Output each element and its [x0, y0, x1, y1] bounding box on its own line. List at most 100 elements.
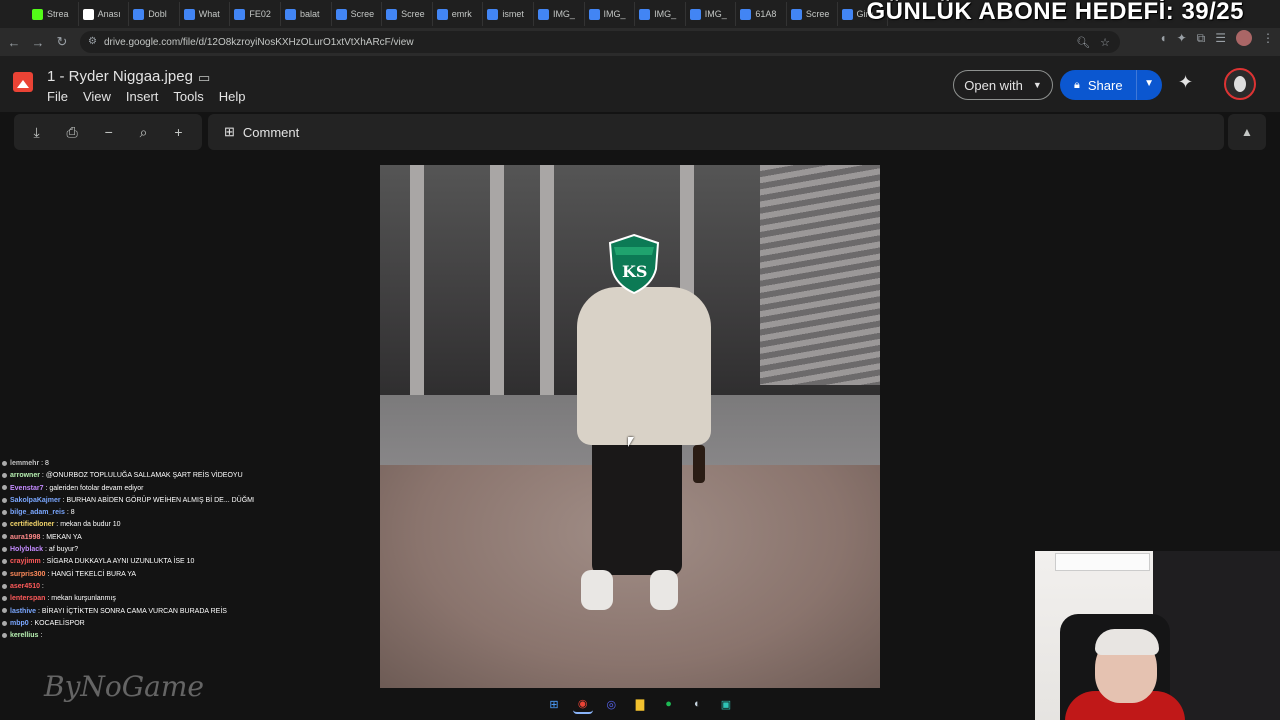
browser-tab[interactable]: ismet [483, 2, 534, 26]
file-title[interactable]: 1 - Ryder Niggaa.jpeg [47, 68, 193, 85]
photo-bottle [693, 445, 705, 483]
chevron-up-icon: ▲ [1241, 125, 1253, 139]
stream-subscriber-goal-overlay: GÜNLÜK ABONE HEDEFİ: 39/25 [866, 0, 1244, 25]
share-button[interactable]: 🔒︎ Share ▼ [1060, 70, 1162, 100]
chat-badge-icon [2, 559, 7, 565]
photo-window-frame [490, 165, 504, 415]
discord-icon[interactable]: ◎ [601, 694, 621, 714]
bookmark-star-icon[interactable]: ☆ [1100, 36, 1110, 49]
windows-start-icon[interactable]: ⊞ [544, 694, 564, 714]
chat-username[interactable]: crayjimm [10, 558, 41, 565]
extension-icon[interactable]: ⧉ [1197, 31, 1206, 46]
chat-badge-icon [2, 608, 7, 614]
back-icon[interactable]: ← [2, 30, 26, 54]
steam-icon[interactable]: ◐ [687, 694, 707, 714]
extensions-puzzle-icon[interactable]: ✦ [1177, 31, 1187, 45]
browser-menu-icon[interactable]: ⋮ [1262, 31, 1274, 45]
drive-viewer-header: 1 - Ryder Niggaa.jpeg ▭ File View Insert To… [0, 56, 1280, 112]
photo-person-shoe [581, 570, 613, 610]
menu-item-view[interactable]: View [83, 89, 111, 104]
chat-username[interactable]: lasthive [10, 608, 36, 615]
chat-username[interactable]: aura1998 [10, 534, 40, 541]
chat-username[interactable]: kerellius [10, 632, 38, 639]
move-to-folder-icon[interactable]: ▭ [198, 70, 210, 86]
download-icon[interactable]: ⤓ [33, 124, 39, 141]
browser-tab[interactable]: IMG_ [585, 2, 636, 26]
tab-favicon-icon [133, 8, 145, 20]
tab-favicon-icon [234, 8, 246, 20]
address-bar[interactable]: ⚙ drive.google.com/file/d/12O8kzroyiNosK… [80, 31, 1120, 53]
browser-tab[interactable]: 61A8 [736, 2, 787, 26]
file-explorer-icon[interactable]: ▇ [630, 694, 650, 714]
browser-tab[interactable]: What [180, 2, 231, 26]
profile-avatar[interactable] [1236, 30, 1252, 46]
tab-label: Strea [47, 9, 69, 19]
chat-text: af buyur? [48, 546, 79, 554]
print-icon[interactable]: ⎙ [67, 124, 78, 141]
webcam-overlay [1035, 551, 1280, 720]
chat-username[interactable]: Evenstar7 [10, 485, 43, 492]
tab-favicon-icon [386, 8, 398, 20]
tab-label: FE02 [249, 9, 271, 19]
chat-username[interactable]: mbp0 [10, 620, 29, 627]
chat-username[interactable]: arrowner [10, 472, 40, 479]
spotify-icon[interactable]: ● [659, 694, 679, 714]
tab-label: Anası [97, 9, 121, 19]
tab-label: IMG_ [552, 9, 575, 19]
chat-username[interactable]: bilge_adam_reis [10, 509, 65, 516]
zoom-out-icon[interactable]: − [105, 124, 113, 140]
photo-person-pants [592, 435, 682, 575]
webcam-air-conditioner [1055, 553, 1150, 571]
menu-item-insert[interactable]: Insert [126, 89, 159, 104]
browser-tab[interactable]: Scree [332, 2, 383, 26]
browser-tab[interactable]: Anası [79, 2, 130, 26]
tab-label: Scree [805, 9, 830, 19]
browser-tab[interactable]: Scree [382, 2, 433, 26]
browser-tab[interactable]: FE02 [230, 2, 281, 26]
account-avatar[interactable] [1224, 68, 1256, 100]
chrome-icon[interactable]: ◉ [572, 694, 593, 714]
gemini-sparkle-icon[interactable]: ✦ [1178, 72, 1193, 93]
open-with-button[interactable]: Open with ▼ [953, 70, 1053, 100]
tab-favicon-icon [689, 8, 701, 20]
browser-tab[interactable]: IMG_ [686, 2, 737, 26]
menu-item-tools[interactable]: Tools [173, 89, 203, 104]
collapse-toolbar-button[interactable]: ▲ [1228, 114, 1266, 150]
reload-icon[interactable]: ↻ [50, 30, 74, 54]
chat-username[interactable]: lemmehr [10, 460, 39, 467]
browser-tab[interactable]: emrk [433, 2, 484, 26]
media-icon[interactable]: ◖ [1159, 31, 1166, 45]
app-icon[interactable]: ▣ [716, 694, 736, 714]
comment-add-icon[interactable]: ⊞ [224, 124, 235, 140]
menu-item-file[interactable]: File [47, 89, 68, 104]
reading-list-icon[interactable]: ☰ [1215, 31, 1226, 45]
chat-message: aser4510 : [2, 581, 254, 593]
chat-badge-icon [2, 546, 7, 552]
site-info-icon[interactable]: ⚙ [88, 36, 97, 47]
share-label: Share [1087, 77, 1123, 93]
zoom-icon[interactable]: ⌕ [140, 124, 148, 141]
browser-tab[interactable]: Strea [28, 2, 79, 26]
tab-label: Dobl [148, 9, 167, 19]
browser-tab[interactable]: Dobl [129, 2, 180, 26]
comment-button[interactable]: Comment [243, 125, 299, 140]
chat-username[interactable]: certifiedloner [10, 521, 54, 528]
kocaelispor-logo-sticker: KS [608, 233, 660, 295]
tab-favicon-icon [335, 8, 347, 20]
browser-tab[interactable]: Scree [787, 2, 838, 26]
share-dropdown-icon[interactable]: ▼ [1144, 78, 1154, 89]
zoom-in-icon[interactable]: + [174, 124, 182, 140]
browser-tab[interactable]: IMG_ [534, 2, 585, 26]
chat-username[interactable]: surpris300 [10, 571, 45, 578]
browser-tab[interactable]: IMG_ [635, 2, 686, 26]
chat-username[interactable]: SakolpaKajmer [10, 497, 61, 504]
chat-badge-icon [2, 632, 7, 638]
forward-icon[interactable]: → [26, 30, 50, 54]
zoom-icon[interactable]: 🔍︎ [1076, 36, 1090, 49]
chat-username[interactable]: lenterspan [10, 595, 45, 602]
menu-item-help[interactable]: Help [219, 89, 246, 104]
chat-message: surpris300 : HANGİ TEKELCİ BURA YA [2, 569, 254, 581]
chat-username[interactable]: Holyblack [10, 546, 43, 553]
browser-tab[interactable]: balat [281, 2, 332, 26]
chat-username[interactable]: aser4510 [10, 583, 40, 590]
